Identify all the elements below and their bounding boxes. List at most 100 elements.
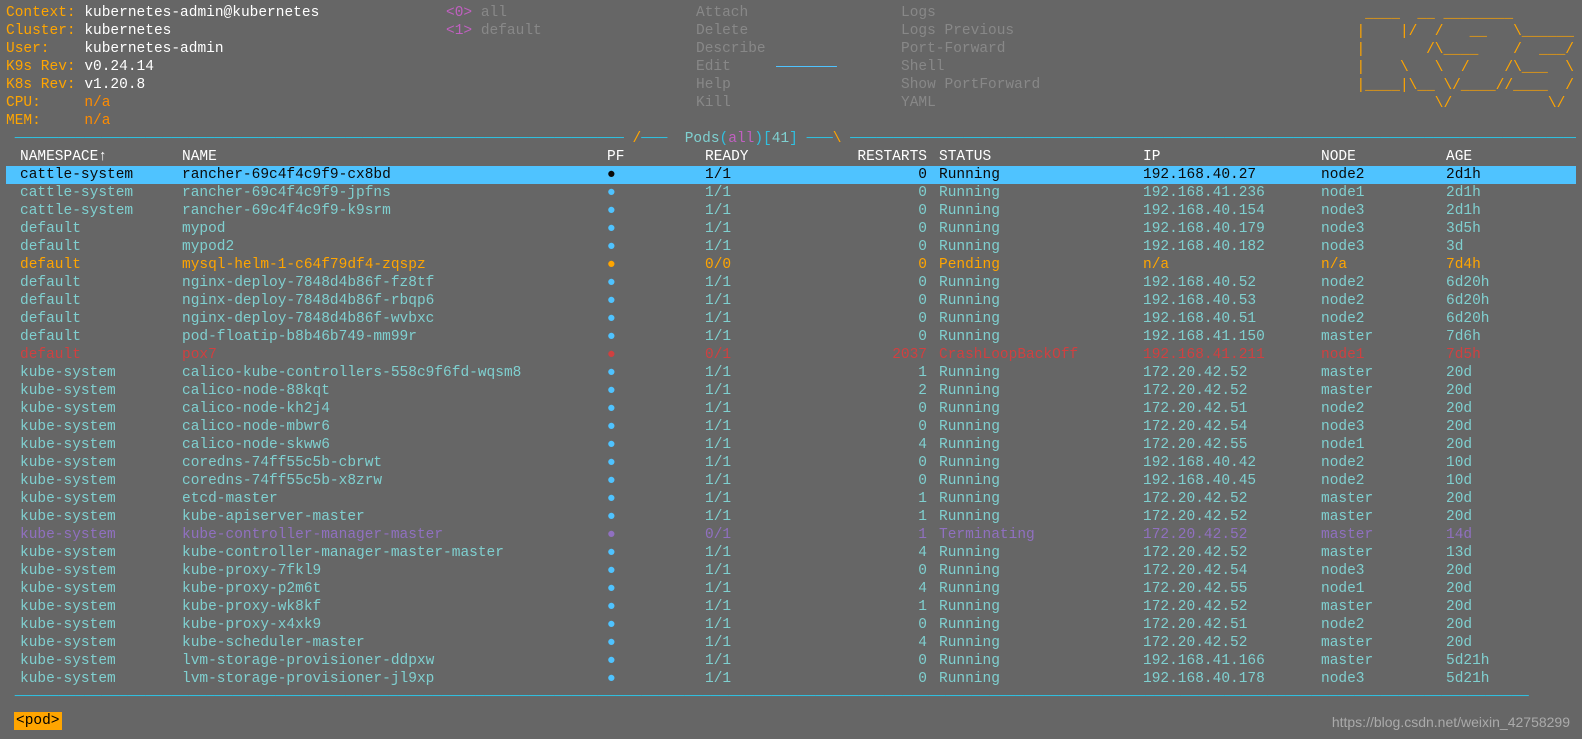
cell-age: 7d4h [1446, 256, 1576, 274]
table-row[interactable]: kube-systemlvm-storage-provisioner-jl9xp… [6, 670, 1576, 688]
cell-ready: 1/1 [705, 454, 851, 472]
shortcut-key[interactable] [571, 59, 623, 75]
table-row[interactable]: defaultmysql-helm-1-c64f79df4-zqspz●0/00… [6, 256, 1576, 274]
cell-ip: n/a [1143, 256, 1321, 274]
cell-namespace: kube-system [6, 400, 182, 418]
table-row[interactable]: kube-systemcoredns-74ff55c5b-x8zrw●1/10R… [6, 472, 1576, 490]
shortcut-key[interactable] [571, 41, 623, 57]
cell-age: 20d [1446, 580, 1576, 598]
table-row[interactable]: kube-systemkube-proxy-wk8kf●1/11Running1… [6, 598, 1576, 616]
cell-age: 20d [1446, 562, 1576, 580]
cell-age: 20d [1446, 382, 1576, 400]
cell-status: Running [933, 400, 1143, 418]
table-row[interactable]: cattle-systemrancher-69c4f4c9f9-k9srm●1/… [6, 202, 1576, 220]
cell-age: 3d [1446, 238, 1576, 256]
col-namespace[interactable]: NAMESPACE↑ [6, 148, 182, 166]
table-row[interactable]: kube-systemetcd-master●1/11Running172.20… [6, 490, 1576, 508]
scope-key-1[interactable]: <1> [446, 23, 472, 39]
cell-node: master [1321, 364, 1446, 382]
cell-age: 2d1h [1446, 184, 1576, 202]
shortcut-key[interactable] [571, 77, 623, 93]
table-row[interactable]: kube-systemkube-proxy-7fkl9●1/10Running1… [6, 562, 1576, 580]
table-row[interactable]: kube-systemcalico-node-kh2j4●1/10Running… [6, 400, 1576, 418]
cell-namespace: default [6, 346, 182, 364]
status-dot-icon: ● [607, 347, 616, 363]
scope-key-0[interactable]: <0> [446, 5, 472, 21]
col-pf[interactable]: PF [607, 148, 705, 166]
shortcut-key[interactable] [776, 22, 901, 40]
table-row[interactable]: defaultpod-floatip-b8b46b749-mm99r●1/10R… [6, 328, 1576, 346]
cell-name: mysql-helm-1-c64f79df4-zqspz [182, 256, 607, 274]
cluster-value: kubernetes [84, 23, 171, 39]
col-node[interactable]: NODE [1321, 148, 1446, 166]
col-name[interactable]: NAME [182, 148, 607, 166]
table-row[interactable]: kube-systemkube-controller-manager-maste… [6, 526, 1576, 544]
table-row[interactable]: defaultmypod●1/10Running192.168.40.179no… [6, 220, 1576, 238]
table-row[interactable]: kube-systemcoredns-74ff55c5b-cbrwt●1/10R… [6, 454, 1576, 472]
table-row[interactable]: cattle-systemrancher-69c4f4c9f9-jpfns●1/… [6, 184, 1576, 202]
col-restarts[interactable]: RESTARTS [851, 148, 933, 166]
table-row[interactable]: kube-systemkube-scheduler-master●1/14Run… [6, 634, 1576, 652]
table-row[interactable]: kube-systemcalico-node-skww6●1/14Running… [6, 436, 1576, 454]
cell-ip: 192.168.41.150 [1143, 328, 1321, 346]
status-dot-icon: ● [607, 293, 616, 309]
scope-label-1: default [481, 23, 542, 39]
cell-age: 7d6h [1446, 328, 1576, 346]
table-row[interactable]: defaultmypod2●1/10Running192.168.40.182n… [6, 238, 1576, 256]
table-row[interactable]: kube-systemkube-controller-manager-maste… [6, 544, 1576, 562]
cell-namespace: default [6, 220, 182, 238]
shortcut-key[interactable] [776, 5, 837, 21]
k9s-logo: ____ __ ________ | |/ / __ \______ | /\_… [1356, 5, 1574, 113]
table-row[interactable]: defaultnginx-deploy-7848d4b86f-wvbxc●1/1… [6, 310, 1576, 328]
shortcut-key[interactable] [776, 41, 785, 57]
shortcut-key[interactable] [776, 95, 837, 111]
table-row[interactable]: defaultnginx-deploy-7848d4b86f-rbqp6●1/1… [6, 292, 1576, 310]
status-dot-icon: ● [607, 509, 616, 525]
col-status[interactable]: STATUS [933, 148, 1143, 166]
command-prompt[interactable]: <pod> [14, 712, 62, 730]
table-row[interactable]: kube-systemcalico-node-88kqt●1/12Running… [6, 382, 1576, 400]
status-dot-icon: ● [607, 617, 616, 633]
table-row[interactable]: cattle-systemrancher-69c4f4c9f9-cx8bd●1/… [6, 166, 1576, 184]
table-row[interactable]: kube-systemkube-proxy-p2m6t●1/14Running1… [6, 580, 1576, 598]
cell-pf: ● [607, 400, 705, 418]
table-row[interactable]: kube-systemkube-proxy-x4xk9●1/10Running1… [6, 616, 1576, 634]
shortcut-key[interactable] [776, 59, 837, 75]
cell-pf: ● [607, 364, 705, 382]
cell-node: master [1321, 382, 1446, 400]
cell-ready: 1/1 [705, 238, 851, 256]
shortcut-key[interactable] [571, 5, 623, 21]
table-row[interactable]: kube-systemlvm-storage-provisioner-ddpxw… [6, 652, 1576, 670]
cell-ready: 1/1 [705, 436, 851, 454]
cell-restarts: 2037 [851, 346, 933, 364]
cell-ip: 172.20.42.52 [1143, 598, 1321, 616]
table-row[interactable]: kube-systemkube-apiserver-master●1/11Run… [6, 508, 1576, 526]
k8s-rev-value: v1.20.8 [84, 77, 145, 93]
cell-restarts: 0 [851, 472, 933, 490]
col-age[interactable]: AGE [1446, 148, 1576, 166]
shortcut-key[interactable] [571, 23, 580, 39]
cell-node: node2 [1321, 274, 1446, 292]
cell-ip: 192.168.40.179 [1143, 220, 1321, 238]
col-ip[interactable]: IP [1143, 148, 1321, 166]
cell-namespace: kube-system [6, 436, 182, 454]
table-row[interactable]: kube-systemcalico-kube-controllers-558c9… [6, 364, 1576, 382]
cell-node: node3 [1321, 562, 1446, 580]
table-row[interactable]: kube-systemcalico-node-mbwr6●1/10Running… [6, 418, 1576, 436]
cell-pf: ● [607, 616, 705, 634]
shortcut-label: Shell [901, 59, 945, 75]
col-ready[interactable]: READY [705, 148, 851, 166]
cell-node: node2 [1321, 292, 1446, 310]
table-row[interactable]: defaultnginx-deploy-7848d4b86f-fz8tf●1/1… [6, 274, 1576, 292]
cpu-label: CPU: [6, 95, 41, 111]
pods-table[interactable]: NAMESPACE↑ NAME PF READY RESTARTS STATUS… [6, 148, 1576, 688]
table-row[interactable]: defaultpox7●0/12037CrashLoopBackOff192.1… [6, 346, 1576, 364]
cell-ip: 192.168.40.182 [1143, 238, 1321, 256]
shortcut-label: Attach [696, 5, 748, 21]
shortcut-key[interactable] [571, 95, 580, 111]
shortcut-key[interactable] [776, 77, 837, 93]
cell-pf: ● [607, 256, 705, 274]
cell-status: Running [933, 184, 1143, 202]
cell-ready: 1/1 [705, 202, 851, 220]
cell-name: calico-node-mbwr6 [182, 418, 607, 436]
